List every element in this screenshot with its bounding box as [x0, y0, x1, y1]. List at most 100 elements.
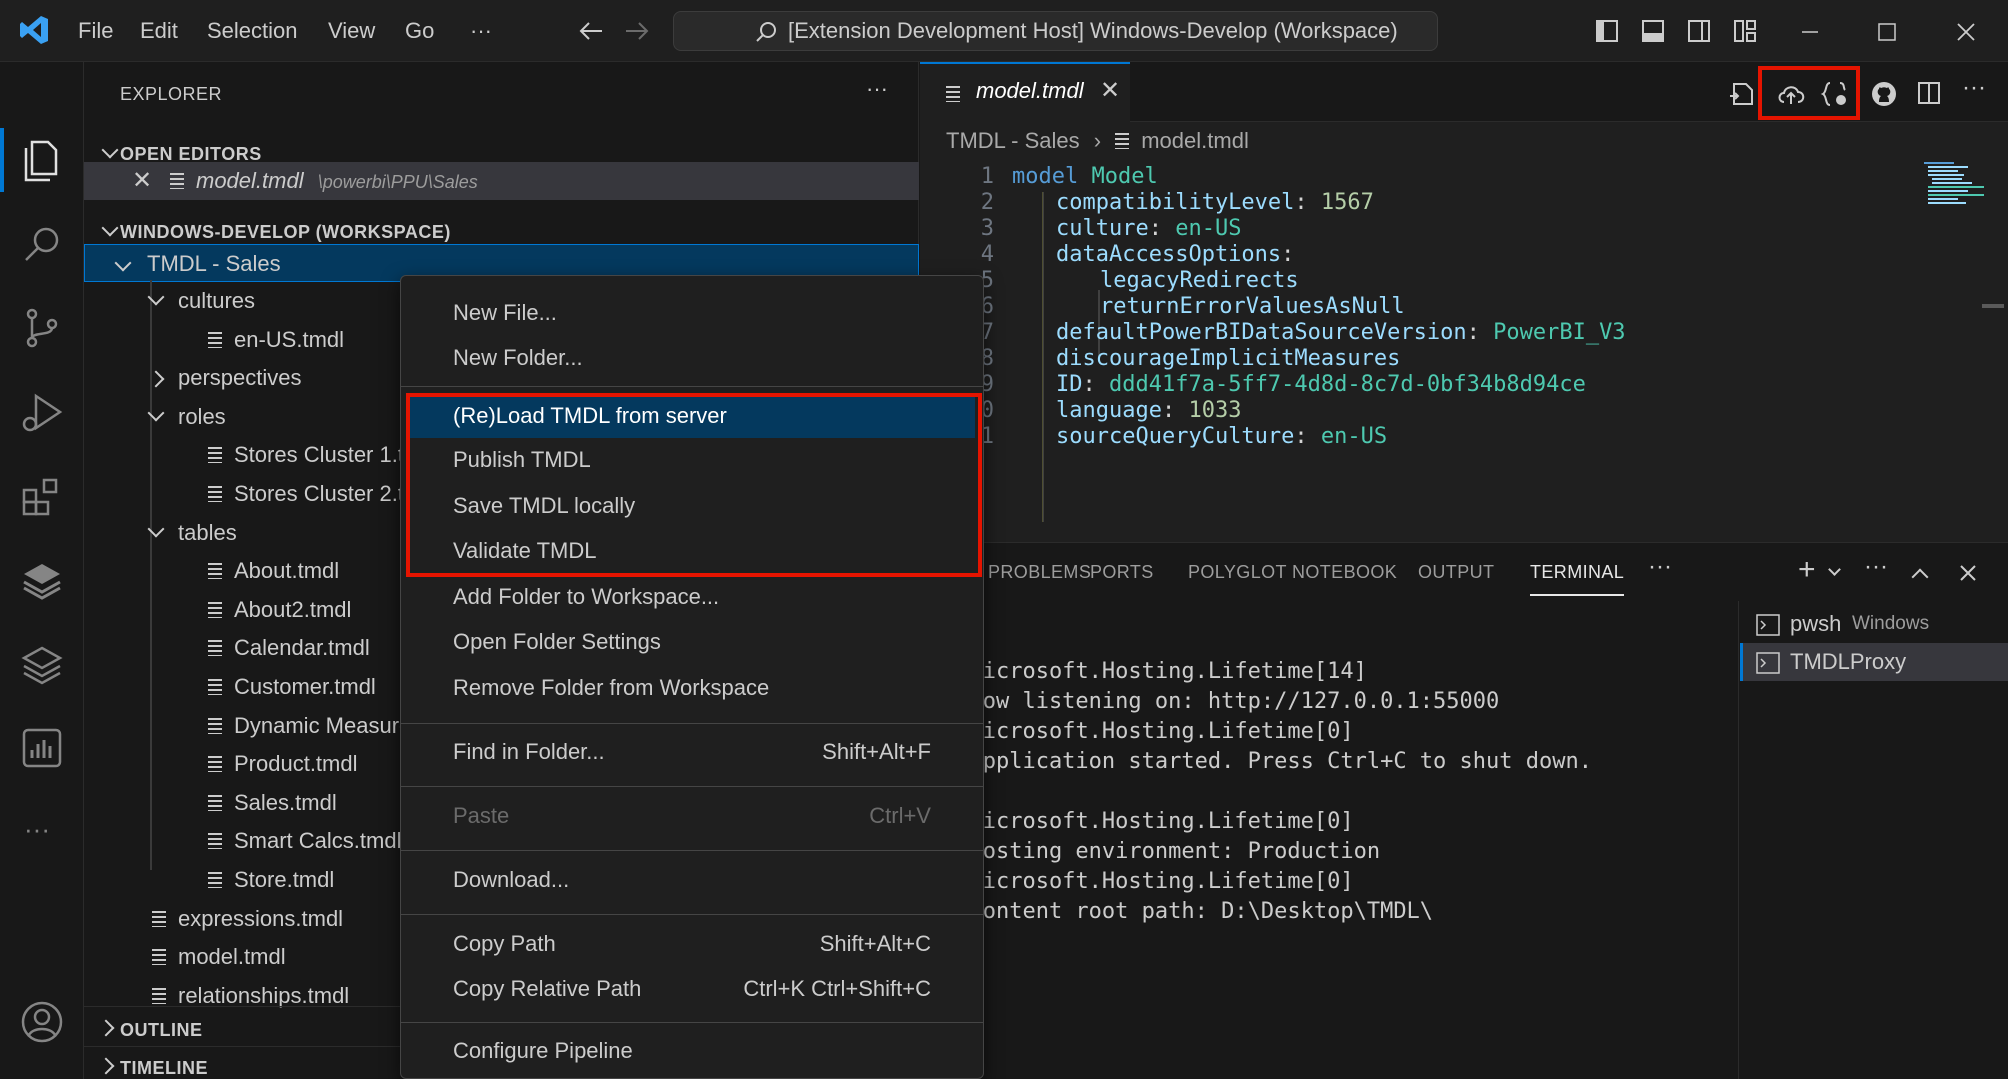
power-bi-report-icon[interactable] — [18, 724, 66, 772]
menu-more[interactable]: ··· — [470, 0, 492, 62]
search-icon[interactable] — [18, 220, 66, 268]
code-line: sourceQueryCulture: en-US — [1056, 424, 1388, 449]
menu-add-folder[interactable]: Add Folder to Workspace... — [401, 574, 983, 619]
new-terminal-icon[interactable]: + — [1798, 553, 1816, 587]
tree-item-label: Smart Calcs.tmdl — [234, 828, 402, 853]
toggle-secondary-sidebar-icon[interactable] — [1687, 19, 1711, 43]
tab-polyglot-notebook[interactable]: POLYGLOT NOTEBOOK — [1188, 543, 1397, 601]
menu-new-folder[interactable]: New Folder... — [401, 335, 983, 380]
menu-find-in-folder[interactable]: Find in Folder... Shift+Alt+F — [401, 729, 983, 774]
code-editor[interactable]: TMDL - Sales › model.tmdl 1 model Model 2 c… — [920, 122, 2008, 542]
tab-terminal[interactable]: TERMINAL — [1530, 548, 1625, 596]
tab-output[interactable]: OUTPUT — [1418, 543, 1494, 601]
menu-view[interactable]: View — [328, 0, 375, 62]
window-title: [Extension Development Host] Windows-Dev… — [788, 18, 1398, 43]
close-window-icon[interactable] — [1954, 20, 1978, 44]
menu-separator — [401, 723, 983, 724]
split-editor-icon[interactable] — [1916, 80, 1942, 106]
file-lines-icon — [208, 447, 222, 463]
file-lines-icon — [208, 563, 222, 579]
tree-item-label: Store.tmdl — [234, 867, 335, 892]
maximize-panel-icon[interactable] — [1911, 568, 1929, 586]
menu-copy-path[interactable]: Copy Path Shift+Alt+C — [401, 921, 983, 966]
menu-edit[interactable]: Edit — [140, 0, 178, 62]
terminal-item-tmdlproxy[interactable]: TMDLProxy — [1740, 643, 2008, 681]
braces-validate-icon[interactable] — [1820, 80, 1850, 108]
file-lines-icon — [1115, 133, 1130, 149]
breadcrumb-file[interactable]: model.tmdl — [1141, 128, 1249, 153]
shortcut-label: Shift+Alt+C — [819, 931, 931, 956]
minimap-line — [1928, 202, 1966, 204]
menu-download[interactable]: Download... — [401, 857, 983, 902]
source-control-icon[interactable] — [18, 304, 66, 352]
vscode-logo-icon — [20, 16, 48, 44]
tree-item-label: cultures — [178, 288, 256, 313]
menu-go[interactable]: Go — [405, 0, 434, 62]
file-lines-icon — [208, 602, 222, 618]
command-center[interactable]: [Extension Development Host] Windows-Dev… — [673, 11, 1438, 51]
outline-label: OUTLINE — [120, 1020, 203, 1040]
editor-more-actions-icon[interactable]: ··· — [1962, 74, 1986, 102]
active-indicator — [0, 128, 4, 192]
tab-model-tmdl[interactable]: model.tmdl ✕ — [920, 62, 1130, 122]
toggle-panel-icon[interactable] — [1641, 19, 1665, 43]
terminal-more-icon[interactable]: ··· — [1864, 553, 1888, 581]
minimize-icon[interactable] — [1798, 20, 1822, 44]
run-debug-icon[interactable] — [18, 388, 66, 436]
open-preview-icon[interactable] — [1728, 80, 1756, 108]
explorer-more-actions-icon[interactable]: ··· — [866, 76, 888, 102]
extensions-icon[interactable] — [18, 472, 66, 520]
chevron-down-icon[interactable] — [1828, 563, 1841, 576]
breadcrumb-root[interactable]: TMDL - Sales — [946, 128, 1080, 153]
tree-item-label: perspectives — [178, 365, 302, 390]
close-icon[interactable]: ✕ — [132, 162, 152, 200]
bottom-panel: PROBLEMS PORTS POLYGLOT NOTEBOOK OUTPUT … — [890, 542, 2008, 1079]
tree-root-label: TMDL - Sales — [147, 251, 281, 276]
file-lines-icon — [946, 86, 960, 102]
back-arrow-icon[interactable] — [578, 20, 604, 42]
tree-item-label: relationships.tmdl — [178, 983, 350, 1008]
file-lines-icon — [170, 173, 184, 189]
chevron-right-icon — [97, 1019, 115, 1037]
file-lines-icon — [208, 756, 222, 772]
terminal-item-pwsh[interactable]: pwsh Windows — [1740, 605, 2008, 643]
log-text: Microsoft.Hosting.Lifetime[0] — [956, 809, 1354, 834]
highlight-box — [406, 393, 982, 577]
file-lines-icon — [152, 949, 166, 965]
account-icon[interactable] — [18, 998, 66, 1046]
customize-layout-icon[interactable] — [1733, 19, 1757, 43]
layers-icon[interactable] — [18, 556, 66, 604]
open-editor-item[interactable]: ✕ model.tmdl \powerbi\PPU\Sales — [84, 162, 919, 200]
log-text: Microsoft.Hosting.Lifetime[14] — [956, 659, 1367, 684]
menu-new-file[interactable]: New File... — [401, 290, 983, 335]
explorer-icon[interactable] — [18, 136, 66, 184]
stack-icon[interactable] — [18, 640, 66, 688]
menu-configure-pipeline[interactable]: Configure Pipeline — [401, 1028, 983, 1073]
tab-ports[interactable]: PORTS — [1090, 543, 1154, 601]
file-lines-icon — [152, 911, 166, 927]
menu-copy-relative-path[interactable]: Copy Relative Path Ctrl+K Ctrl+Shift+C — [401, 966, 983, 1011]
menu-file[interactable]: File — [78, 0, 113, 62]
menu-remove-folder[interactable]: Remove Folder from Workspace — [401, 665, 983, 710]
github-icon[interactable] — [1870, 80, 1898, 108]
minimap[interactable] — [1918, 160, 2008, 540]
cloud-upload-icon[interactable] — [1776, 80, 1806, 108]
maximize-icon[interactable] — [1875, 20, 1899, 44]
panel-more-icon[interactable]: ··· — [1648, 553, 1672, 581]
close-panel-icon[interactable] — [1958, 563, 1978, 583]
tree-item-label: tables — [178, 520, 237, 545]
close-tab-icon[interactable]: ✕ — [1100, 76, 1120, 105]
tab-problems[interactable]: PROBLEMS — [988, 543, 1091, 601]
shortcut-label: Shift+Alt+F — [822, 739, 931, 764]
forward-arrow-icon[interactable] — [624, 20, 650, 42]
menu-open-folder-settings[interactable]: Open Folder Settings — [401, 619, 983, 664]
breadcrumb: TMDL - Sales › model.tmdl — [946, 128, 1249, 154]
menu-selection[interactable]: Selection — [207, 0, 298, 62]
tree-item-label: About2.tmdl — [234, 597, 352, 622]
scrollbar-thumb[interactable] — [1982, 304, 2004, 308]
log-text: Application started. Press Ctrl+C to shu… — [890, 749, 1592, 774]
toggle-sidebar-icon[interactable] — [1595, 19, 1619, 43]
more-views-icon[interactable]: ··· — [24, 814, 50, 845]
tree-item-label: About.tmdl — [234, 558, 340, 583]
chevron-down-icon — [147, 520, 165, 538]
